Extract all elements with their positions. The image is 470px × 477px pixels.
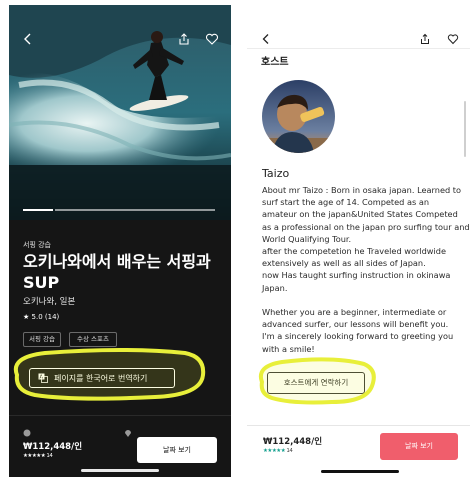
scrollbar[interactable] (464, 101, 466, 157)
translate-page-button[interactable]: A 페이지를 한국어로 번역하기 (29, 368, 175, 388)
bio-blank-line (262, 294, 468, 306)
bio-line: I'm a sincerely looking forward to greet… (262, 331, 454, 342)
chip-surf-lesson[interactable]: 서핑 강습 (23, 332, 61, 347)
map-pin-icon (124, 422, 132, 437)
review-count: (14) (44, 313, 60, 321)
translate-label: 페이지를 한국어로 번역하기 (54, 373, 148, 383)
location-label: 오키나와, 일본 (23, 297, 76, 307)
heart-icon[interactable] (205, 31, 219, 45)
heart-icon[interactable] (447, 30, 459, 45)
view-dates-button[interactable]: 날짜 보기 (380, 433, 458, 460)
host-name: Taizo (262, 167, 290, 180)
header-divider (247, 48, 470, 49)
translate-icon: A (38, 373, 48, 383)
right-phone-screen: 호스트 Taizo About mr Taizo : Born in osaka… (247, 17, 470, 477)
bio-line: surf start the age of 14. Competed as an (262, 197, 430, 208)
share-icon[interactable] (419, 30, 431, 44)
host-bio: About mr Taizo : Born in osaka japan. Le… (262, 184, 470, 355)
bio-line: Japan. (262, 282, 288, 293)
experience-title: 오키나와에서 배우는 서핑과 SUP (23, 252, 211, 292)
carousel-indicator-track (55, 209, 215, 211)
carousel-indicator-active (23, 209, 53, 211)
chip-water-sports[interactable]: 수상 스포츠 (69, 332, 117, 347)
clock-icon (23, 422, 31, 437)
home-indicator (81, 469, 159, 472)
contact-host-button[interactable]: 호스트에게 연락하기 (267, 372, 365, 394)
bio-line: now Has taught surfing instruction in ok… (262, 270, 451, 281)
bio-line: Whether you are a beginner, intermediate… (262, 307, 447, 318)
bio-line: with a smile! (262, 343, 315, 354)
stars-count: 14 (46, 453, 53, 459)
host-section-heading: 호스트 (261, 57, 289, 68)
price-per-person: ₩112,448/인 (263, 437, 323, 447)
host-avatar[interactable] (262, 80, 335, 153)
rating-summary: ★ 5.0 (14) (23, 313, 59, 321)
share-icon[interactable] (177, 31, 191, 45)
price-per-person: ₩112,448/인 (23, 442, 83, 452)
bio-line: as a professional on the japan pro surfi… (262, 221, 470, 232)
footer-divider (247, 425, 470, 426)
view-dates-button[interactable]: 날짜 보기 (137, 437, 217, 463)
bio-line: advanced surfer, our lessons will benefi… (262, 319, 449, 330)
rating-value: 5.0 (31, 313, 43, 321)
stars-glyphs: ★★★★★ (23, 453, 46, 459)
chevron-left-icon[interactable] (260, 30, 272, 44)
chevron-left-icon[interactable] (21, 31, 35, 45)
rating-stars: ★★★★★ 14 (263, 448, 293, 454)
stars-glyphs: ★★★★★ (263, 448, 286, 454)
category-label: 서핑 강습 (23, 241, 51, 249)
divider (9, 415, 231, 416)
bio-line: About mr Taizo : Born in osaka japan. Le… (262, 185, 462, 195)
left-phone-screen: 서핑 강습 오키나와에서 배우는 서핑과 SUP 오키나와, 일본 ★ 5.0 … (9, 5, 231, 477)
bio-line: extensively as well as all sides of Japa… (262, 258, 426, 269)
stars-count: 14 (286, 448, 293, 454)
star-icon: ★ (23, 313, 30, 321)
experience-details: 서핑 강습 오키나와에서 배우는 서핑과 SUP 오키나와, 일본 ★ 5.0 … (9, 220, 231, 477)
home-indicator (321, 470, 399, 473)
bio-line: after the competetion he Traveled worldw… (262, 246, 447, 257)
bio-line: World Qualifying Tour. (262, 233, 352, 244)
hero-photo (9, 5, 231, 220)
bio-line: amateur on the japan&United States Compe… (262, 209, 458, 220)
rating-stars: ★★★★★ 14 (23, 453, 53, 459)
